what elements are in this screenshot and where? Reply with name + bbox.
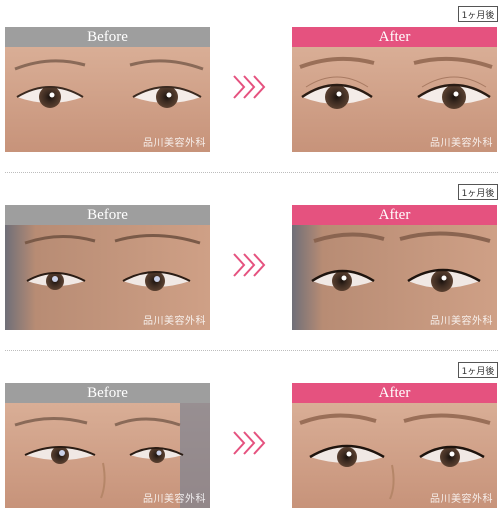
duration-badge: 1ヶ月後 <box>458 184 498 200</box>
before-panel: Before 品川美容外科 <box>5 383 210 508</box>
case-row: 1ヶ月後 Before 品川美容外科 After 品川美容外科 <box>0 356 503 512</box>
duration-badge: 1ヶ月後 <box>458 362 498 378</box>
clinic-watermark: 品川美容外科 <box>430 316 493 327</box>
triple-chevron-right-icon <box>233 253 266 277</box>
duration-badge: 1ヶ月後 <box>458 6 498 22</box>
clinic-watermark: 品川美容外科 <box>430 494 493 505</box>
triple-chevron-right-icon <box>233 431 266 455</box>
before-panel: Before 品川美容外科 <box>5 27 210 152</box>
clinic-watermark: 品川美容外科 <box>430 138 493 149</box>
after-label: After <box>292 205 497 225</box>
after-panel: After 品川美容外科 <box>292 383 497 508</box>
divider <box>5 350 498 351</box>
after-panel: After 品川美容外科 <box>292 205 497 330</box>
clinic-watermark: 品川美容外科 <box>143 316 206 327</box>
triple-chevron-right-icon <box>233 75 266 99</box>
case-row: 1ヶ月後 Before 品川美容外科 After 品川美容外科 <box>0 0 503 175</box>
before-label: Before <box>5 205 210 225</box>
before-label: Before <box>5 27 210 47</box>
clinic-watermark: 品川美容外科 <box>143 138 206 149</box>
clinic-watermark: 品川美容外科 <box>143 494 206 505</box>
after-label: After <box>292 383 497 403</box>
after-label: After <box>292 27 497 47</box>
before-label: Before <box>5 383 210 403</box>
after-panel: After 品川美容外科 <box>292 27 497 152</box>
case-row: 1ヶ月後 Before 品川美容外科 After 品川美容外科 <box>0 178 503 353</box>
before-panel: Before 品川美容外科 <box>5 205 210 330</box>
divider <box>5 172 498 173</box>
